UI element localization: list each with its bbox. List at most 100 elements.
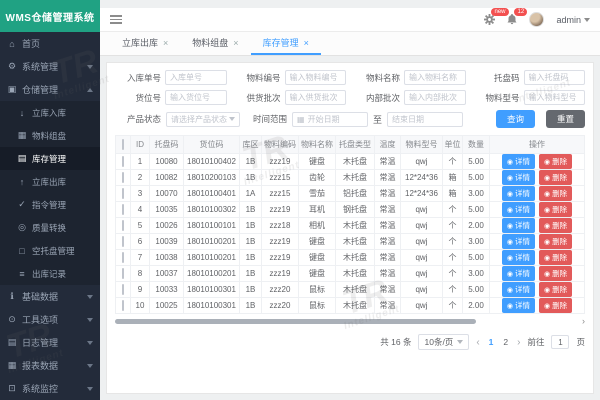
detail-button[interactable]: ◉详情 [502, 234, 535, 249]
cell-location: 18010100201 [184, 234, 240, 250]
search-button[interactable]: 查询 [496, 110, 535, 128]
cell-pallet: 10037 [150, 266, 184, 282]
scroll-right-icon[interactable]: › [582, 316, 585, 326]
avatar[interactable] [529, 12, 544, 27]
goto-page-input[interactable] [551, 335, 569, 349]
detail-button[interactable]: ◉详情 [502, 154, 535, 169]
cell-mat_name: 耳机 [299, 202, 336, 218]
row-checkbox[interactable] [122, 156, 124, 167]
row-checkbox[interactable] [122, 284, 124, 295]
prev-page-button[interactable]: ‹ [476, 337, 479, 348]
settings-button[interactable]: new [484, 14, 495, 25]
托盘码-input[interactable] [524, 70, 586, 85]
sidebar-subitem-出库记录[interactable]: ≡出库记录 [0, 262, 100, 285]
detail-button[interactable]: ◉详情 [502, 298, 535, 313]
close-tab-icon[interactable]: × [233, 38, 238, 48]
field-label: 物料编号 [235, 72, 281, 84]
page-button-1[interactable]: 1 [487, 337, 496, 347]
cell-qty: 3.00 [463, 186, 490, 202]
product-status-select[interactable]: 请选择产品状态 [166, 112, 240, 127]
tab-库存管理[interactable]: 库存管理× [251, 32, 321, 55]
page-button-2[interactable]: 2 [501, 337, 510, 347]
date-end-input[interactable]: 结束日期 [387, 112, 463, 127]
row-checkbox[interactable] [122, 252, 124, 263]
sidebar-subitem-质量转换[interactable]: ◎质量转换 [0, 216, 100, 239]
row-checkbox[interactable] [122, 172, 124, 183]
sidebar-item-系统监控[interactable]: ⊡系统监控 [0, 377, 100, 400]
scrollbar-thumb[interactable] [115, 319, 476, 324]
detail-button[interactable]: ◉详情 [502, 170, 535, 185]
delete-button[interactable]: ◉删除 [539, 250, 572, 265]
sidebar-item-日志管理[interactable]: ▤日志管理 [0, 331, 100, 354]
delete-button[interactable]: ◉删除 [539, 186, 572, 201]
sidebar-subitem-物料组盘[interactable]: ▦物料组盘 [0, 124, 100, 147]
delete-button[interactable]: ◉删除 [539, 234, 572, 249]
delete-button[interactable]: ◉删除 [539, 266, 572, 281]
tab-物料组盘[interactable]: 物料组盘× [180, 32, 250, 55]
detail-button[interactable]: ◉详情 [502, 250, 535, 265]
detail-icon: ◉ [507, 302, 513, 310]
row-checkbox[interactable] [122, 236, 124, 247]
cell-pallet: 10039 [150, 234, 184, 250]
row-checkbox[interactable] [122, 188, 124, 199]
delete-button[interactable]: ◉删除 [539, 298, 572, 313]
sidebar-subitem-指令管理[interactable]: ✓指令管理 [0, 193, 100, 216]
page-size-select[interactable]: 10条/页 [418, 334, 469, 350]
app-title: WMS仓储管理系统 [0, 0, 100, 32]
sidebar-subitem-空托盘管理[interactable]: □空托盘管理 [0, 239, 100, 262]
horizontal-scrollbar[interactable] [115, 319, 578, 324]
sidebar-subitem-库存管理[interactable]: ▤库存管理 [0, 147, 100, 170]
内部批次-input[interactable] [404, 90, 466, 105]
detail-button[interactable]: ◉详情 [502, 266, 535, 281]
cell-unit: 个 [443, 266, 463, 282]
供货批次-input[interactable] [285, 90, 347, 105]
row-checkbox[interactable] [122, 300, 124, 311]
货位号-input[interactable] [165, 90, 227, 105]
物料名称-input[interactable] [404, 70, 466, 85]
delete-button[interactable]: ◉删除 [539, 154, 572, 169]
物料编号-input[interactable] [285, 70, 347, 85]
column-header-货位码: 货位码 [184, 136, 240, 154]
物料型号-input[interactable] [524, 90, 586, 105]
select-all-checkbox[interactable] [122, 139, 124, 150]
main-area: new 12 admin 立库出库×物料组盘×库存管理× 入库单号物料编号物料名… [100, 0, 600, 400]
row-select-cell [116, 298, 131, 314]
select-all-header [116, 136, 131, 154]
sidebar-item-工具选项[interactable]: ⊙工具选项 [0, 308, 100, 331]
sidebar-item-报表数据[interactable]: ▦报表数据 [0, 354, 100, 377]
delete-button[interactable]: ◉删除 [539, 170, 572, 185]
cell-qty: 5.00 [463, 282, 490, 298]
入库单号-input[interactable] [165, 70, 227, 85]
sidebar-subitem-label: 质量转换 [32, 222, 93, 234]
tab-立库出库[interactable]: 立库出库× [110, 32, 180, 55]
delete-button[interactable]: ◉删除 [539, 218, 572, 233]
close-tab-icon[interactable]: × [304, 38, 309, 48]
user-menu[interactable]: admin [556, 15, 590, 25]
delete-button[interactable]: ◉删除 [539, 202, 572, 217]
collapse-sidebar-icon[interactable] [110, 13, 122, 26]
reset-button[interactable]: 重置 [546, 110, 585, 128]
sidebar-item-系统管理[interactable]: ⚙系统管理 [0, 55, 100, 78]
date-start-input[interactable]: ▦ 开始日期 [292, 112, 368, 127]
notifications-button[interactable]: 12 [507, 14, 517, 25]
sidebar-subitem-立库入库[interactable]: ↓立库入库 [0, 101, 100, 124]
detail-button[interactable]: ◉详情 [502, 218, 535, 233]
cell-model: qwj [401, 250, 443, 266]
next-page-button[interactable]: › [517, 337, 520, 348]
row-checkbox[interactable] [122, 268, 124, 279]
sidebar-subitem-立库出库[interactable]: ↑立库出库 [0, 170, 100, 193]
detail-label: 详情 [515, 188, 530, 199]
close-tab-icon[interactable]: × [163, 38, 168, 48]
detail-button[interactable]: ◉详情 [502, 186, 535, 201]
cell-qty: 2.00 [463, 298, 490, 314]
row-checkbox[interactable] [122, 204, 124, 215]
detail-button[interactable]: ◉详情 [502, 282, 535, 297]
sidebar-item-基础数据[interactable]: ℹ基础数据 [0, 285, 100, 308]
delete-button[interactable]: ◉删除 [539, 282, 572, 297]
column-header-托盘类型: 托盘类型 [336, 136, 375, 154]
sidebar-item-首页[interactable]: ⌂首页 [0, 32, 100, 55]
row-checkbox[interactable] [122, 220, 124, 231]
sidebar-item-仓储管理[interactable]: ▣仓储管理 [0, 78, 100, 101]
cell-temp: 常温 [375, 154, 401, 170]
detail-button[interactable]: ◉详情 [502, 202, 535, 217]
